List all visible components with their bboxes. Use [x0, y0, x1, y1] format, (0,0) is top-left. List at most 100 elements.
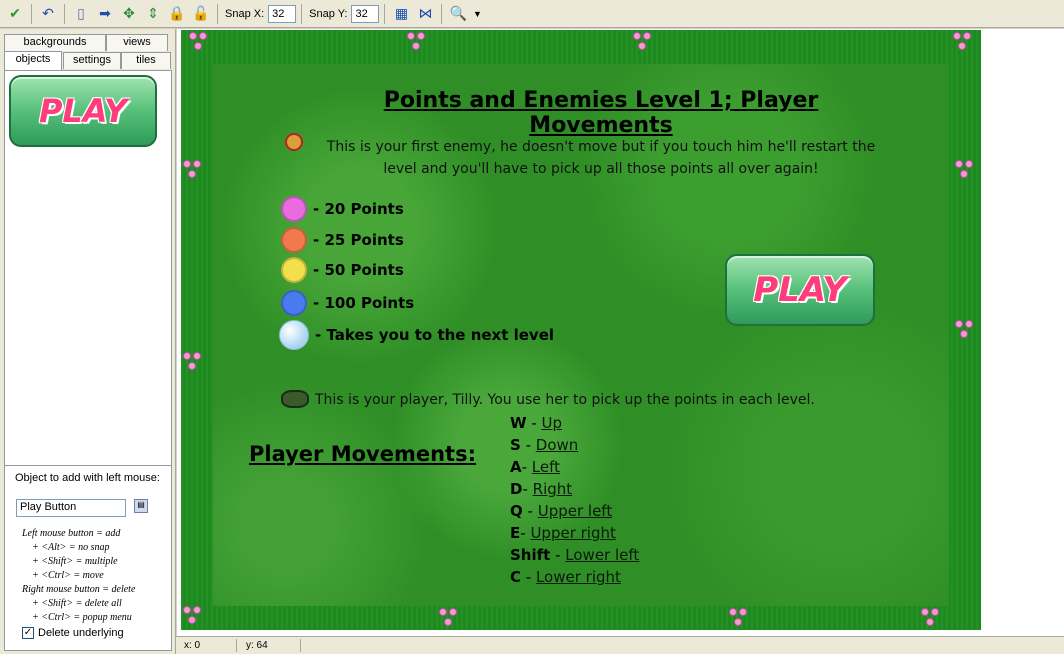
movement-sep: -: [522, 480, 533, 498]
movement-sep: -: [522, 502, 538, 520]
movements-heading: Player Movements:: [249, 442, 476, 466]
movement-key: Shift: [510, 546, 551, 564]
movement-sep: -: [521, 458, 532, 476]
snap-x-input[interactable]: [268, 4, 297, 23]
object-add-label: Object to add with left mouse:: [15, 472, 160, 484]
enemy-icon[interactable]: [285, 133, 303, 151]
movement-key: S: [510, 436, 521, 454]
tab-views[interactable]: views: [106, 34, 168, 51]
play-button-thumbnail[interactable]: PLAY: [9, 75, 157, 147]
point-row-next-level: - Takes you to the next level: [279, 320, 554, 350]
player-icon[interactable]: [281, 390, 309, 408]
movement-action: Upper left: [537, 502, 613, 520]
delete-underlying-option[interactable]: ✓ Delete underlying: [22, 627, 124, 639]
status-y: y: 64: [246, 640, 268, 651]
iso-grid-icon[interactable]: ⋈: [414, 3, 436, 25]
point-row-25: - 25 Points: [281, 227, 404, 253]
tab-settings[interactable]: settings: [63, 52, 121, 69]
lock-icon[interactable]: 🔒: [166, 3, 188, 25]
movement-sep: -: [526, 414, 542, 432]
snap-y-input[interactable]: [351, 4, 380, 23]
dropdown-icon[interactable]: ▼: [471, 3, 483, 25]
movement-row: E- Upper right: [510, 524, 616, 542]
movement-key: W: [510, 414, 527, 432]
flower-icon: [955, 320, 975, 340]
toolbar-separator: [64, 3, 65, 24]
movement-sep: -: [550, 546, 566, 564]
arrow-right-icon[interactable]: ➡: [94, 3, 116, 25]
movement-row: S - Down: [510, 436, 578, 454]
status-divider: [300, 639, 301, 652]
object-picker-icon[interactable]: ▤: [134, 499, 148, 513]
delete-underlying-checkbox[interactable]: ✓: [22, 627, 34, 639]
movement-key: D: [510, 480, 523, 498]
flower-icon: [953, 32, 973, 52]
movement-row: A- Left: [510, 458, 560, 476]
movement-action: Up: [541, 414, 563, 432]
move-icon[interactable]: ✥: [118, 3, 140, 25]
movement-sep: -: [520, 436, 536, 454]
movement-key: C: [510, 568, 522, 586]
movement-sep: -: [521, 568, 536, 586]
point-row-100: - 100 Points: [281, 290, 414, 316]
movement-action: Right: [532, 480, 573, 498]
undo-icon[interactable]: ↶: [37, 3, 59, 25]
object-list[interactable]: PLAY: [4, 70, 172, 490]
movement-row: C - Lower right: [510, 568, 621, 586]
play-button[interactable]: PLAY: [725, 254, 875, 326]
check-icon[interactable]: ✔: [4, 3, 26, 25]
left-panel: backgrounds views objects settings tiles…: [0, 29, 176, 654]
shift-icon[interactable]: ⇕: [142, 3, 164, 25]
point-label: - 50 Points: [313, 261, 404, 279]
room[interactable]: Points and Enemies Level 1; Player Movem…: [181, 30, 981, 630]
flower-icon: [439, 608, 459, 628]
point-label: - 25 Points: [313, 231, 404, 249]
room-title: Points and Enemies Level 1; Player Movem…: [383, 88, 819, 138]
movement-row: D- Right: [510, 480, 572, 498]
bubble-icon[interactable]: [279, 320, 309, 350]
movement-action: Left: [531, 458, 561, 476]
movement-action: Lower left: [565, 546, 640, 564]
blue-rose-icon[interactable]: [281, 290, 307, 316]
flower-icon: [183, 606, 203, 626]
grid-icon[interactable]: ▦: [390, 3, 412, 25]
toolbar-separator: [384, 3, 386, 24]
point-label: - Takes you to the next level: [315, 326, 555, 344]
pink-rose-icon[interactable]: [281, 196, 307, 222]
movement-action: Upper right: [530, 524, 616, 542]
orange-rose-icon[interactable]: [281, 227, 307, 253]
help-line: + <Alt> = no snap: [32, 542, 110, 553]
toolbar: ✔ ↶ ▯ ➡ ✥ ⇕ 🔒 🔓 Snap X: Snap Y: ▦ ⋈ 🔍 ▼: [0, 0, 1064, 28]
point-row-20: - 20 Points: [281, 196, 404, 222]
movement-sep: -: [520, 524, 531, 542]
tab-tiles[interactable]: tiles: [121, 52, 171, 69]
flower-icon: [189, 32, 209, 52]
tab-objects[interactable]: objects: [4, 51, 62, 70]
flower-icon: [183, 160, 203, 180]
room-canvas-area[interactable]: Points and Enemies Level 1; Player Movem…: [177, 29, 1064, 636]
movement-row: Q - Upper left: [510, 502, 612, 520]
help-line: + <Shift> = multiple: [32, 556, 118, 567]
enemy-description: This is your first enemy, he doesn't mov…: [326, 139, 876, 177]
movement-key: E: [510, 524, 521, 542]
point-row-50: - 50 Points: [281, 257, 404, 283]
status-divider: [236, 639, 237, 652]
zoom-icon[interactable]: 🔍: [447, 3, 469, 25]
flower-icon: [955, 160, 975, 180]
movement-row: W - Up: [510, 414, 562, 432]
help-line: + <Ctrl> = popup menu: [32, 612, 132, 623]
movement-key: A: [510, 458, 522, 476]
flower-icon: [729, 608, 749, 628]
unlock-icon[interactable]: 🔓: [190, 3, 212, 25]
movement-key: Q: [510, 502, 523, 520]
help-line: Right mouse button = delete: [22, 584, 136, 595]
flower-icon: [407, 32, 427, 52]
selected-object-field[interactable]: Play Button: [16, 499, 126, 517]
new-icon[interactable]: ▯: [70, 3, 92, 25]
yellow-rose-icon[interactable]: [281, 257, 307, 283]
flower-icon: [183, 352, 203, 372]
toolbar-separator: [441, 3, 443, 24]
toolbar-separator: [301, 3, 303, 24]
tab-backgrounds[interactable]: backgrounds: [4, 34, 106, 51]
toolbar-separator: [217, 3, 218, 24]
